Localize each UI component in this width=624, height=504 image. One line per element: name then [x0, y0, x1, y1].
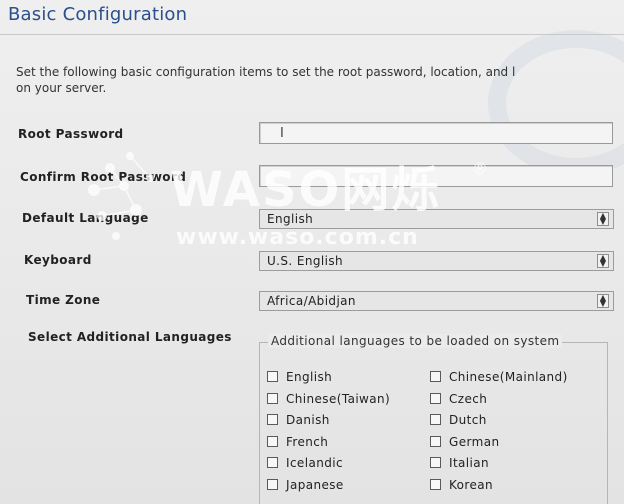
- default-language-select[interactable]: English ▲ ▼: [259, 209, 614, 229]
- language-checkbox-item[interactable]: German: [430, 434, 499, 450]
- language-name: Dutch: [449, 413, 487, 427]
- checkbox-icon[interactable]: [430, 371, 441, 382]
- language-checkbox-item[interactable]: Chinese(Taiwan): [267, 391, 390, 407]
- language-checkbox-item[interactable]: Czech: [430, 391, 487, 407]
- checkbox-icon[interactable]: [267, 435, 278, 447]
- language-checkbox-item[interactable]: Chinese(Mainland): [430, 369, 568, 385]
- checkbox-icon[interactable]: [267, 457, 278, 468]
- checkbox-icon[interactable]: [430, 478, 441, 490]
- title-divider: [0, 34, 624, 35]
- installer-screen: Basic Configuration Set the following ba…: [0, 0, 624, 504]
- language-name: English: [286, 370, 333, 384]
- language-name: Italian: [449, 456, 490, 470]
- confirm-password-label: Confirm Root Password: [20, 170, 187, 184]
- checkbox-icon[interactable]: [430, 414, 441, 425]
- keyboard-label: Keyboard: [24, 253, 92, 267]
- language-name: Japanese: [286, 477, 344, 492]
- language-name: Icelandic: [286, 456, 343, 470]
- select-arrows-icon: ▲ ▼: [597, 212, 609, 226]
- language-name: Korean: [449, 477, 494, 492]
- language-checkbox-item[interactable]: Italian: [430, 455, 489, 471]
- language-checkbox-item[interactable]: Dutch: [430, 412, 487, 428]
- language-checkbox-item[interactable]: Korean: [430, 477, 493, 493]
- root-password-field[interactable]: I: [259, 122, 613, 144]
- language-name: French: [286, 434, 329, 449]
- keyboard-select[interactable]: U.S. English ▲ ▼: [259, 251, 614, 271]
- checkbox-icon[interactable]: [267, 392, 278, 404]
- page-title: Basic Configuration: [8, 4, 188, 25]
- confirm-password-field[interactable]: [259, 165, 613, 187]
- checkbox-icon[interactable]: [267, 371, 278, 382]
- language-name: Chinese(Mainland): [449, 370, 568, 384]
- checkbox-icon[interactable]: [430, 392, 441, 404]
- checkbox-icon[interactable]: [430, 435, 441, 447]
- checkbox-icon[interactable]: [267, 414, 278, 425]
- default-language-value: English: [267, 212, 314, 226]
- language-name: Czech: [449, 391, 488, 406]
- timezone-value: Africa/Abidjan: [267, 294, 356, 308]
- language-checkbox-item[interactable]: English: [267, 369, 332, 385]
- keyboard-value: U.S. English: [267, 254, 343, 268]
- select-arrows-icon: ▲ ▼: [597, 254, 609, 268]
- select-arrows-icon: ▲ ▼: [597, 294, 609, 308]
- timezone-select[interactable]: Africa/Abidjan ▲ ▼: [259, 291, 614, 311]
- default-language-label: Default Language: [22, 211, 149, 225]
- language-name: Danish: [286, 413, 330, 427]
- intro-line-1: Set the following basic configuration it…: [16, 65, 516, 79]
- additional-languages-label: Select Additional Languages: [28, 330, 232, 344]
- checkbox-icon[interactable]: [267, 478, 278, 490]
- background-swirl: [488, 30, 624, 176]
- language-checkbox-item[interactable]: Japanese: [267, 477, 344, 493]
- additional-languages-legend: Additional languages to be loaded on sys…: [268, 334, 563, 348]
- intro-line-2: on your server.: [16, 81, 107, 95]
- checkbox-icon[interactable]: [430, 457, 441, 468]
- language-checkbox-item[interactable]: Icelandic: [267, 455, 343, 471]
- text-cursor-icon: I: [280, 126, 284, 141]
- timezone-label: Time Zone: [26, 293, 101, 307]
- language-checkbox-item[interactable]: French: [267, 434, 328, 450]
- intro-text: Set the following basic configuration it…: [16, 64, 624, 96]
- root-password-label: Root Password: [18, 127, 124, 141]
- language-name: Chinese(Taiwan): [286, 391, 391, 406]
- language-name: German: [449, 434, 500, 449]
- language-checkbox-item[interactable]: Danish: [267, 412, 330, 428]
